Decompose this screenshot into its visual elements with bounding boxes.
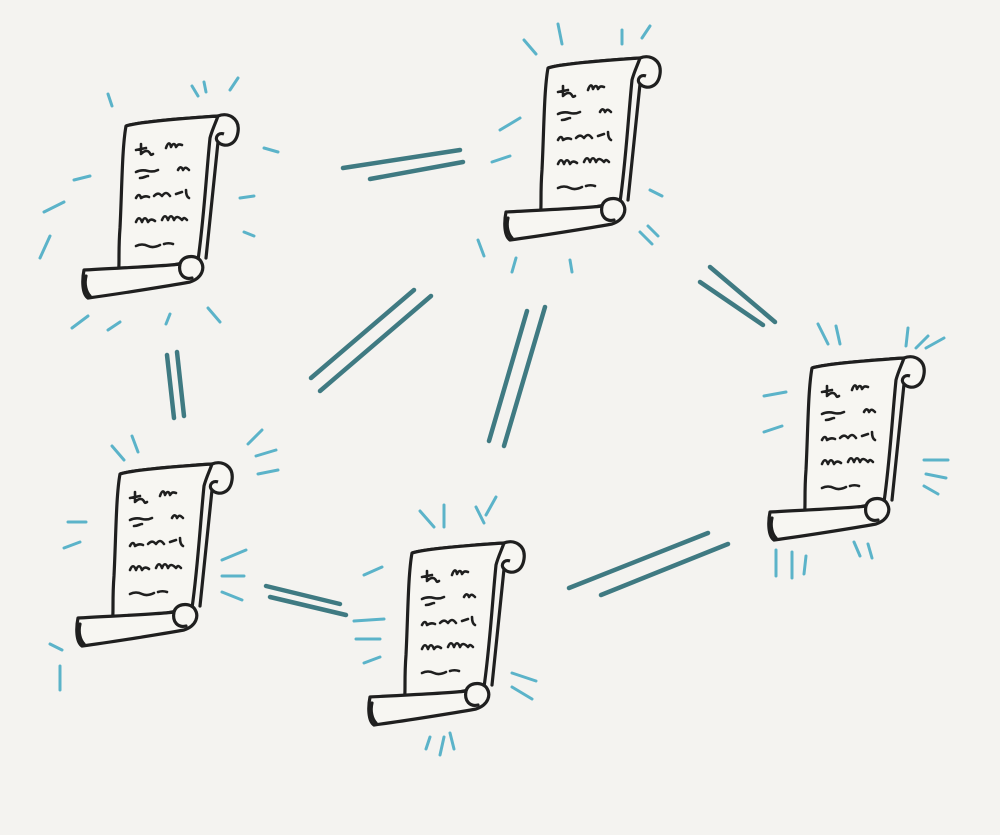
scroll-node (38, 76, 280, 332)
scroll-icon (503, 55, 662, 242)
scroll-node (48, 428, 280, 692)
scroll-node (476, 22, 664, 274)
link-scroll-2-scroll-5 (486, 304, 548, 449)
link-scroll-2-scroll-6 (697, 264, 778, 328)
scroll-node (352, 495, 538, 757)
scroll-icon (81, 113, 240, 300)
link-scroll-1-scroll-3 (164, 349, 187, 421)
link-scroll-2-scroll-4 (308, 287, 434, 394)
link-line (367, 159, 466, 182)
link-line (263, 583, 343, 607)
ledger-network-diagram (38, 22, 950, 757)
link-line (267, 594, 349, 618)
scroll-icon (367, 540, 526, 727)
link-scroll-3-scroll-5 (263, 583, 349, 618)
link-scroll-5-scroll-6 (566, 530, 731, 598)
link-line (174, 349, 187, 419)
scroll-icon (767, 355, 926, 542)
link-line (486, 308, 530, 444)
link-line (317, 293, 434, 394)
link-line (164, 352, 177, 421)
scroll-node (762, 322, 950, 580)
scroll-icon (75, 461, 234, 648)
link-line (308, 287, 417, 381)
link-scroll-1-scroll-2 (340, 147, 466, 182)
